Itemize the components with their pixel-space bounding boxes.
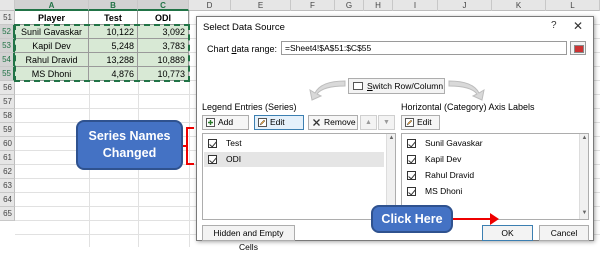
column-header-c[interactable]: C	[138, 0, 189, 11]
ok-button[interactable]: OK	[482, 225, 533, 241]
column-header-l[interactable]: L	[546, 0, 600, 11]
list-item[interactable]: Sunil Gavaskar	[403, 136, 578, 151]
table-cell[interactable]: 3,783	[138, 39, 189, 53]
edit-icon	[258, 118, 267, 127]
checkbox[interactable]	[407, 155, 416, 164]
checkbox[interactable]	[407, 139, 416, 148]
list-item[interactable]: Kapil Dev	[403, 152, 578, 167]
row-header-60[interactable]: 60	[0, 137, 15, 151]
row-header-62[interactable]: 62	[0, 165, 15, 179]
list-item[interactable]: MS Dhoni	[403, 184, 578, 199]
row-header-61[interactable]: 61	[0, 151, 15, 165]
add-icon	[206, 118, 215, 127]
table-cell[interactable]: Kapil Dev	[15, 39, 89, 53]
row-header-65[interactable]: 65	[0, 207, 15, 221]
table-header-odi[interactable]: ODI	[138, 11, 189, 25]
list-item[interactable]: ODI	[204, 152, 384, 167]
column-header-k[interactable]: K	[492, 0, 546, 11]
switch-icon	[353, 82, 363, 90]
row-header-54[interactable]: 54	[0, 53, 15, 67]
column-header-f[interactable]: F	[291, 0, 335, 11]
add-series-button[interactable]: Add	[202, 115, 249, 130]
help-icon[interactable]: ?	[551, 20, 557, 31]
chart-data-range-label: Chart data range:	[207, 44, 278, 54]
table-cell[interactable]: 5,248	[89, 39, 138, 53]
row-header-52[interactable]: 52	[0, 25, 15, 39]
checkbox[interactable]	[407, 171, 416, 180]
column-header-a[interactable]: A	[15, 0, 89, 11]
click-here-callout: Click Here	[371, 205, 453, 233]
move-down-button[interactable]: ▼	[378, 115, 395, 130]
table-header-player[interactable]: Player	[15, 11, 89, 25]
left-curved-arrow-icon	[309, 80, 346, 101]
scroll-down-icon[interactable]: ▼	[581, 210, 588, 216]
row-header-58[interactable]: 58	[0, 109, 15, 123]
bracket-connector	[183, 145, 188, 147]
axis-scrollbar[interactable]: ▲ ▼	[579, 134, 588, 219]
row-header-56[interactable]: 56	[0, 81, 15, 95]
row-header-59[interactable]: 59	[0, 123, 15, 137]
row-header-51[interactable]: 51	[0, 11, 15, 25]
column-header-b[interactable]: B	[89, 0, 138, 11]
table-cell[interactable]: 10,122	[89, 25, 138, 39]
click-arrow-line	[453, 218, 493, 220]
remove-series-button[interactable]: Remove	[308, 115, 358, 130]
series-names-callout: Series Names Changed	[76, 120, 183, 170]
edit-axis-labels-button[interactable]: Edit	[401, 115, 440, 130]
list-item[interactable]: Rahul Dravid	[403, 168, 578, 183]
checkbox[interactable]	[208, 139, 217, 148]
move-up-button[interactable]: ▲	[360, 115, 377, 130]
row-header-53[interactable]: 53	[0, 39, 15, 53]
table-cell[interactable]: 4,876	[89, 67, 138, 81]
column-header-e[interactable]: E	[231, 0, 291, 11]
list-item[interactable]: Test	[204, 136, 384, 151]
column-header-h[interactable]: H	[364, 0, 393, 11]
legend-entries-label: Legend Entries (Series)	[202, 102, 297, 112]
checkbox[interactable]	[407, 187, 416, 196]
row-header-64[interactable]: 64	[0, 193, 15, 207]
close-icon[interactable]: ✕	[573, 19, 583, 33]
table-cell[interactable]: Rahul Dravid	[15, 53, 89, 67]
click-arrow-head-icon	[490, 213, 499, 225]
legend-entries-list: Test ODI	[202, 133, 396, 220]
axis-labels-label: Horizontal (Category) Axis Labels	[401, 102, 535, 112]
range-collapse-icon[interactable]	[570, 41, 586, 55]
table-cell[interactable]: Sunil Gavaskar	[15, 25, 89, 39]
scroll-up-icon[interactable]: ▲	[581, 135, 588, 141]
switch-row-column-button[interactable]: Switch Row/Column	[348, 78, 445, 94]
column-header-j[interactable]: J	[438, 0, 492, 11]
row-header-57[interactable]: 57	[0, 95, 15, 109]
chart-data-range-input[interactable]: =Sheet4!$A$51:$C$55	[281, 41, 567, 55]
table-cell[interactable]: 13,288	[89, 53, 138, 67]
table-cell[interactable]: 10,773	[138, 67, 189, 81]
column-header-d[interactable]: D	[189, 0, 231, 11]
edit-icon	[405, 118, 414, 127]
hidden-empty-cells-button[interactable]: Hidden and Empty Cells	[202, 225, 295, 252]
table-cell[interactable]: 10,889	[138, 53, 189, 67]
table-cell[interactable]: 3,092	[138, 25, 189, 39]
checkbox[interactable]	[208, 155, 217, 164]
table-cell[interactable]: MS Dhoni	[15, 67, 89, 81]
table-header-test[interactable]: Test	[89, 11, 138, 25]
scroll-up-icon[interactable]: ▲	[388, 135, 395, 141]
right-curved-arrow-icon	[448, 80, 485, 101]
remove-icon	[313, 119, 320, 126]
column-header-g[interactable]: G	[335, 0, 364, 11]
edit-series-button[interactable]: Edit	[254, 115, 304, 130]
row-header-63[interactable]: 63	[0, 179, 15, 193]
column-header-i[interactable]: I	[393, 0, 438, 11]
row-header-55[interactable]: 55	[0, 67, 15, 81]
dialog-title: Select Data Source	[203, 22, 285, 33]
column-header-row: A B C D E F G H I J K L	[0, 0, 600, 11]
cancel-button[interactable]: Cancel	[539, 225, 589, 241]
corner-cell[interactable]	[0, 0, 15, 11]
